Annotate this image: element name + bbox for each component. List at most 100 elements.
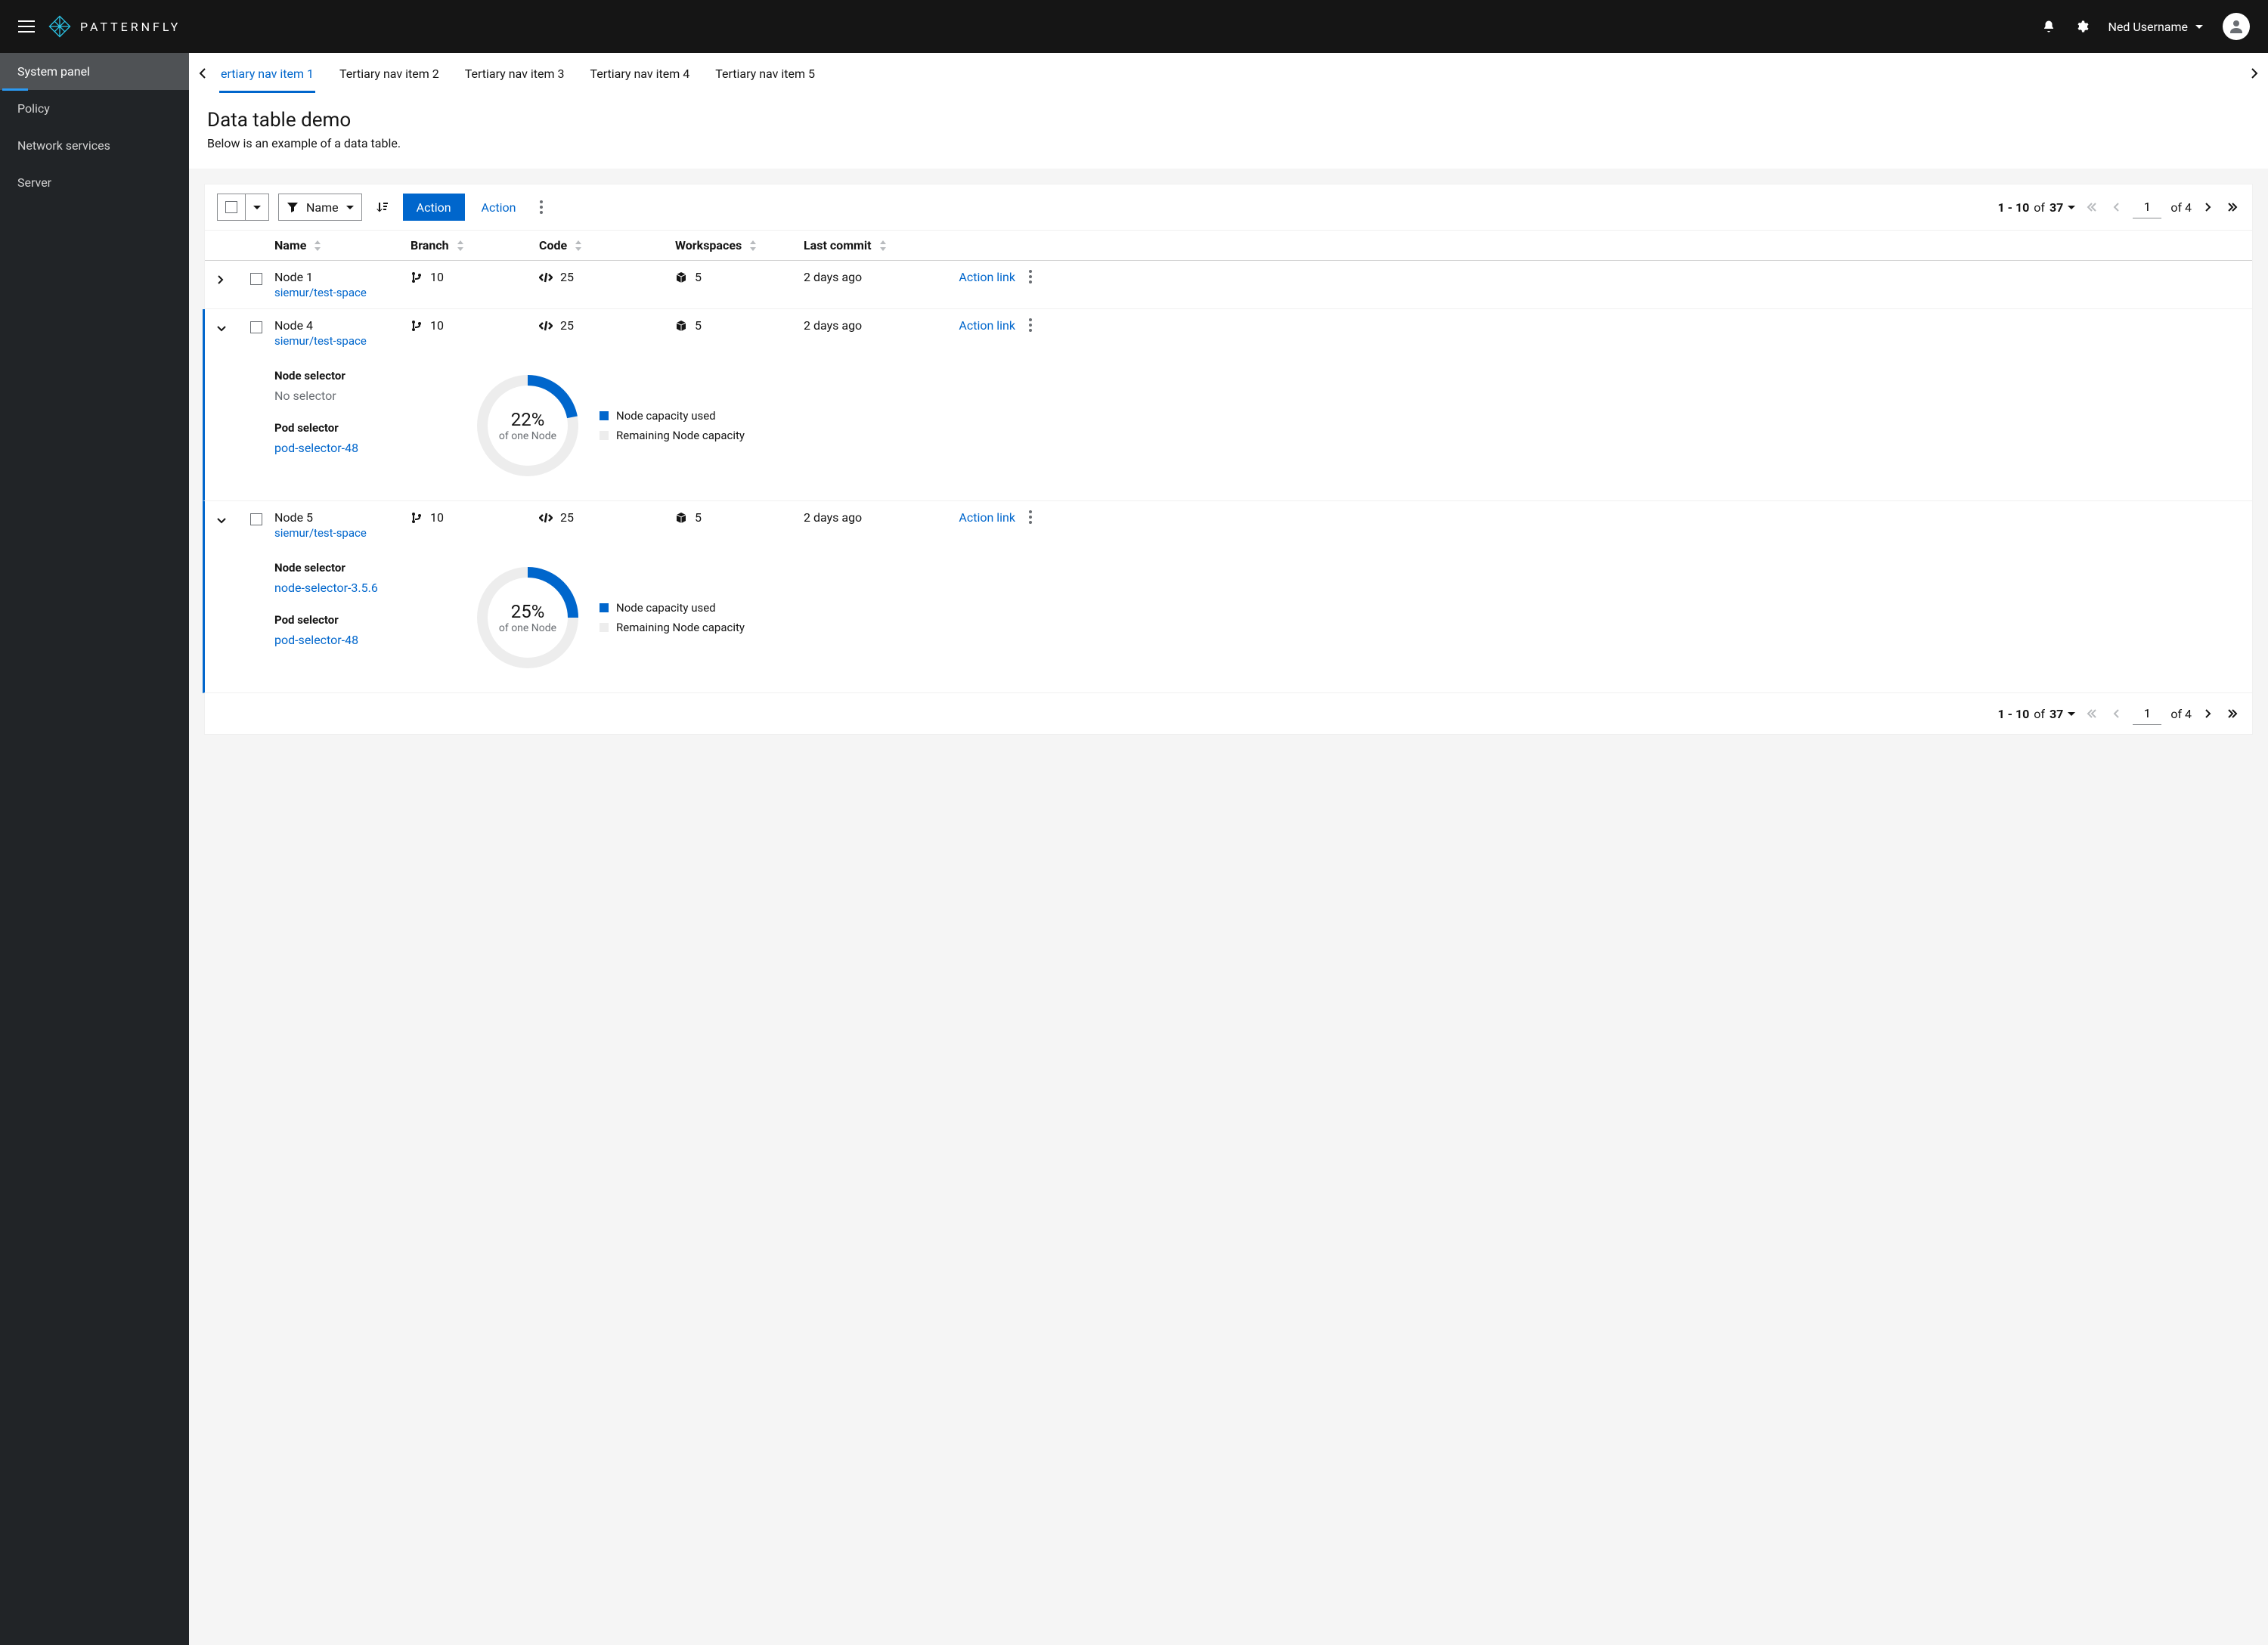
row-subspace-link[interactable]: siemur/test-space bbox=[274, 526, 411, 540]
sidebar-item-network-services[interactable]: Network services bbox=[0, 127, 189, 164]
kebab-icon bbox=[540, 200, 543, 214]
row-action-link[interactable]: Action link bbox=[959, 270, 1015, 284]
donut-chart: 25% of one Node bbox=[471, 561, 584, 674]
pagination-of: of bbox=[2034, 707, 2045, 721]
row-expanded-content: Node selector No selector Pod selector p… bbox=[205, 357, 2252, 500]
tertiary-scroll-right[interactable] bbox=[2241, 68, 2268, 79]
angle-double-right-icon bbox=[2227, 708, 2238, 719]
legend-item-remaining: Remaining Node capacity bbox=[600, 429, 745, 442]
branch-value: 10 bbox=[430, 270, 444, 284]
masthead-left: PATTERNFLY bbox=[18, 14, 181, 39]
th-code[interactable]: Code bbox=[539, 238, 675, 252]
sidebar-item-label: Network services bbox=[17, 138, 110, 153]
username-label: Ned Username bbox=[2108, 20, 2188, 34]
pagination-range: 1 - 10 bbox=[1998, 200, 2030, 215]
cell-last-commit: 2 days ago bbox=[804, 510, 932, 525]
pagination-page-input[interactable] bbox=[2133, 196, 2161, 218]
tertiary-nav: ertiary nav item 1 Tertiary nav item 2 T… bbox=[189, 53, 2268, 94]
sort-button[interactable] bbox=[371, 200, 394, 214]
th-last-commit[interactable]: Last commit bbox=[804, 238, 932, 252]
user-menu[interactable]: Ned Username bbox=[2108, 20, 2203, 34]
data-table-panel: Name Action Action 1 - 10 bbox=[204, 184, 2253, 735]
th-branch[interactable]: Branch bbox=[411, 238, 539, 252]
tertiary-item-2[interactable]: Tertiary nav item 2 bbox=[338, 54, 441, 93]
sidebar-item-server[interactable]: Server bbox=[0, 164, 189, 201]
node-selector-link[interactable]: node-selector-3.5.6 bbox=[274, 581, 426, 595]
masthead-right: Ned Username bbox=[2042, 13, 2250, 40]
action-primary-button[interactable]: Action bbox=[403, 194, 465, 221]
pagination-last[interactable] bbox=[2225, 198, 2240, 216]
brand[interactable]: PATTERNFLY bbox=[47, 14, 181, 39]
th-label: Name bbox=[274, 238, 306, 252]
row-action-link[interactable]: Action link bbox=[959, 318, 1015, 333]
bulk-select-toggle[interactable] bbox=[245, 194, 269, 221]
kebab-icon bbox=[1015, 318, 1046, 332]
row-checkbox[interactable] bbox=[250, 273, 262, 285]
sidebar-item-policy[interactable]: Policy bbox=[0, 90, 189, 127]
tertiary-item-5[interactable]: Tertiary nav item 5 bbox=[714, 54, 816, 93]
sort-icon bbox=[376, 200, 389, 214]
row-kebab[interactable] bbox=[1015, 510, 1046, 524]
tertiary-item-3[interactable]: Tertiary nav item 3 bbox=[463, 54, 566, 93]
row-toggle[interactable] bbox=[217, 270, 250, 287]
workspaces-value: 5 bbox=[695, 270, 702, 284]
caret-down-icon bbox=[2195, 25, 2203, 33]
tertiary-item-label: Tertiary nav item 3 bbox=[465, 67, 565, 81]
pod-selector-link[interactable]: pod-selector-48 bbox=[274, 441, 426, 455]
donut-percent: 22% bbox=[511, 409, 545, 430]
pagination-prev[interactable] bbox=[2108, 198, 2124, 216]
page-title: Data table demo bbox=[207, 109, 2250, 132]
angle-double-left-icon bbox=[2087, 202, 2097, 212]
pagination-first[interactable] bbox=[2084, 705, 2099, 723]
th-name[interactable]: Name bbox=[274, 238, 411, 252]
cell-code: 25 bbox=[539, 270, 675, 284]
cell-branch: 10 bbox=[411, 318, 539, 333]
button-label: Action bbox=[482, 200, 516, 215]
pagination-last[interactable] bbox=[2225, 705, 2240, 723]
pagination-next[interactable] bbox=[2201, 198, 2216, 216]
bell-icon[interactable] bbox=[2042, 20, 2056, 33]
pagination-prev[interactable] bbox=[2108, 705, 2124, 723]
sidebar-item-system-panel[interactable]: System panel bbox=[0, 53, 189, 90]
tertiary-item-1[interactable]: ertiary nav item 1 bbox=[219, 54, 315, 93]
pagination-range-toggle[interactable]: 1 - 10 of 37 bbox=[1998, 707, 2076, 721]
avatar[interactable] bbox=[2223, 13, 2250, 40]
brand-logo-icon bbox=[47, 14, 73, 39]
gear-icon[interactable] bbox=[2075, 20, 2089, 33]
pagination-next[interactable] bbox=[2201, 705, 2216, 723]
tertiary-item-4[interactable]: Tertiary nav item 4 bbox=[588, 54, 691, 93]
cube-icon bbox=[675, 320, 687, 332]
tertiary-items: ertiary nav item 1 Tertiary nav item 2 T… bbox=[216, 54, 2241, 93]
row-kebab[interactable] bbox=[1015, 318, 1046, 332]
row-name-label: Node 1 bbox=[274, 270, 411, 284]
tertiary-scroll-left[interactable] bbox=[189, 68, 216, 79]
row-toggle[interactable] bbox=[217, 318, 250, 336]
pagination-page-input[interactable] bbox=[2133, 702, 2161, 725]
chevron-down-icon bbox=[217, 517, 226, 525]
pod-selector-link[interactable]: pod-selector-48 bbox=[274, 633, 426, 647]
hamburger-menu-icon[interactable] bbox=[18, 20, 35, 33]
angle-double-right-icon bbox=[2227, 202, 2238, 212]
toolbar-kebab[interactable] bbox=[532, 200, 550, 214]
row-action-link[interactable]: Action link bbox=[959, 510, 1015, 525]
row-subspace-link[interactable]: siemur/test-space bbox=[274, 286, 411, 299]
branch-value: 10 bbox=[430, 318, 444, 333]
cube-icon bbox=[675, 271, 687, 283]
row-checkbox[interactable] bbox=[250, 513, 262, 525]
pagination-first[interactable] bbox=[2084, 198, 2099, 216]
table-row: Node 4 siemur/test-space 10 25 5 2 days … bbox=[203, 309, 2252, 501]
sidebar-item-label: Server bbox=[17, 175, 51, 190]
row-kebab[interactable] bbox=[1015, 270, 1046, 283]
th-workspaces[interactable]: Workspaces bbox=[675, 238, 804, 252]
row-checkbox[interactable] bbox=[250, 321, 262, 333]
pagination-range: 1 - 10 bbox=[1998, 707, 2030, 721]
pagination-range-toggle[interactable]: 1 - 10 of 37 bbox=[1998, 200, 2076, 215]
row-subspace-link[interactable]: siemur/test-space bbox=[274, 334, 411, 348]
cell-name: Node 5 siemur/test-space bbox=[274, 510, 411, 540]
bulk-select-checkbox[interactable] bbox=[217, 194, 245, 221]
filter-control[interactable]: Name bbox=[278, 194, 362, 221]
branch-icon bbox=[411, 271, 423, 283]
row-toggle[interactable] bbox=[217, 510, 250, 528]
action-link-button[interactable]: Action bbox=[474, 200, 524, 215]
page-header: Data table demo Below is an example of a… bbox=[189, 94, 2268, 169]
